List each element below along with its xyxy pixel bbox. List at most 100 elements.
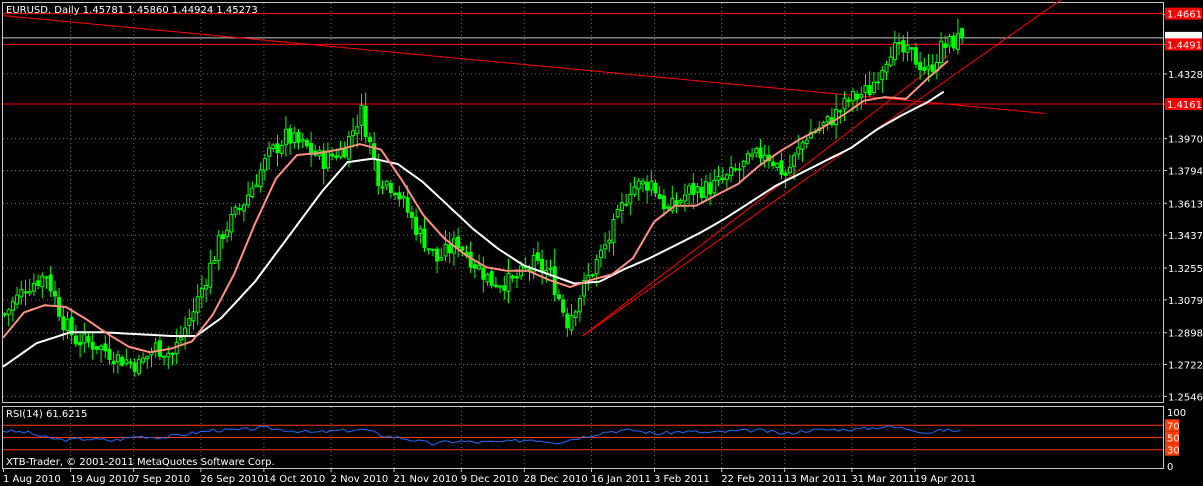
candle-body-up bbox=[6, 309, 11, 315]
candle-body-up bbox=[716, 176, 721, 181]
candle-body-down bbox=[330, 153, 335, 157]
candle-body-up bbox=[754, 148, 759, 154]
candle-body-down bbox=[901, 40, 906, 53]
candle-body-up bbox=[892, 42, 897, 61]
x-tick-label: 19 Apr 2011 bbox=[914, 474, 976, 485]
rsi-axis-label: 30 bbox=[1167, 446, 1180, 457]
candle-body-up bbox=[418, 228, 423, 234]
candle-body-down bbox=[78, 341, 83, 346]
candle-body-down bbox=[661, 195, 666, 210]
candle-body-down bbox=[393, 192, 398, 196]
candle-body-down bbox=[645, 181, 650, 191]
candle-body-up bbox=[443, 243, 448, 257]
candle-body-down bbox=[397, 192, 402, 200]
candle-body-down bbox=[565, 313, 570, 329]
x-tick-label: 26 Sep 2010 bbox=[200, 474, 263, 485]
candle-body-down bbox=[540, 258, 545, 273]
candle-body-up bbox=[359, 104, 364, 126]
candle-body-down bbox=[23, 291, 28, 294]
candle-body-up bbox=[926, 65, 931, 70]
candle-body-up bbox=[598, 249, 603, 259]
candle-body-down bbox=[304, 139, 309, 147]
candle-body-up bbox=[737, 168, 742, 171]
candle-body-up bbox=[430, 248, 435, 251]
trading-chart[interactable]: 1.465651.449111.432801.416171.397051.379… bbox=[0, 0, 1203, 486]
candle-body-up bbox=[611, 218, 616, 244]
candle-body-up bbox=[825, 115, 830, 123]
candle-body-down bbox=[367, 136, 372, 143]
candle-body-down bbox=[657, 193, 662, 199]
x-tick-label: 21 Nov 2010 bbox=[394, 474, 458, 485]
candle-body-up bbox=[897, 41, 902, 44]
x-tick-label: 22 Feb 2011 bbox=[721, 474, 783, 485]
x-tick-label: 28 Dec 2010 bbox=[524, 474, 588, 485]
candle-body-up bbox=[241, 204, 246, 212]
candle-body-up bbox=[208, 262, 213, 288]
y-tick-label: 1.36130 bbox=[1168, 199, 1203, 210]
candle-body-up bbox=[678, 199, 683, 203]
candle-body-down bbox=[783, 172, 788, 176]
rsi-label: RSI(14) 61.6215 bbox=[6, 409, 87, 420]
candle-body-up bbox=[939, 40, 944, 64]
y-tick-label: 1.34370 bbox=[1168, 231, 1203, 242]
candle-body-down bbox=[489, 271, 494, 286]
candle-body-up bbox=[128, 361, 133, 364]
candle-body-down bbox=[48, 274, 53, 292]
candle-body-up bbox=[271, 144, 276, 149]
candle-body-up bbox=[880, 70, 885, 81]
candle-body-up bbox=[804, 139, 809, 144]
candle-body-down bbox=[342, 148, 347, 158]
candle-body-up bbox=[640, 180, 645, 185]
candle-body-up bbox=[724, 174, 729, 180]
candle-body-up bbox=[687, 185, 692, 195]
candle-body-up bbox=[695, 186, 700, 193]
candle-body-down bbox=[846, 99, 851, 102]
candle-body-up bbox=[888, 56, 893, 66]
candle-body-down bbox=[556, 294, 561, 300]
y-tick-label: 1.27220 bbox=[1168, 361, 1203, 372]
candle-body-down bbox=[52, 290, 57, 297]
candle-body-up bbox=[15, 294, 20, 305]
candle-body-up bbox=[401, 195, 406, 199]
candle-body-down bbox=[674, 200, 679, 206]
candle-body-up bbox=[800, 142, 805, 150]
candle-body-up bbox=[821, 121, 826, 127]
candle-body-down bbox=[624, 203, 629, 206]
candle-body-up bbox=[775, 162, 780, 169]
candle-body-down bbox=[372, 143, 377, 160]
candle-body-up bbox=[577, 298, 582, 313]
candle-body-up bbox=[136, 359, 141, 374]
price-tag-label: 1.41617 bbox=[1167, 100, 1203, 111]
candle-body-down bbox=[86, 336, 91, 343]
candle-body-down bbox=[435, 248, 440, 262]
candle-body-up bbox=[141, 357, 146, 363]
candle-body-up bbox=[863, 85, 868, 93]
candle-body-up bbox=[947, 36, 952, 47]
x-tick-label: 7 Sep 2010 bbox=[133, 474, 190, 485]
candle-body-up bbox=[628, 193, 633, 204]
candle-body-up bbox=[351, 130, 356, 137]
candle-body-up bbox=[636, 180, 641, 190]
candle-body-down bbox=[561, 299, 566, 313]
candle-body-up bbox=[573, 311, 578, 319]
candle-body-down bbox=[2, 313, 7, 316]
candle-body-up bbox=[233, 206, 238, 215]
candle-body-down bbox=[220, 234, 225, 240]
candle-body-down bbox=[288, 128, 293, 144]
candle-body-down bbox=[157, 340, 162, 357]
candle-body-down bbox=[779, 160, 784, 175]
x-tick-label: 13 Mar 2011 bbox=[784, 474, 847, 485]
candle-body-up bbox=[796, 147, 801, 155]
price-tag-label: 1.44911 bbox=[1167, 40, 1203, 51]
candle-body-up bbox=[603, 244, 608, 250]
candle-body-down bbox=[376, 159, 381, 187]
candle-body-up bbox=[477, 265, 482, 270]
candle-body-up bbox=[216, 235, 221, 261]
candle-body-up bbox=[649, 180, 654, 191]
candle-body-down bbox=[309, 142, 314, 154]
candle-body-down bbox=[426, 248, 431, 251]
candle-body-up bbox=[703, 181, 708, 198]
candle-body-down bbox=[44, 276, 49, 279]
candle-body-up bbox=[792, 154, 797, 167]
candle-body-up bbox=[485, 273, 490, 283]
